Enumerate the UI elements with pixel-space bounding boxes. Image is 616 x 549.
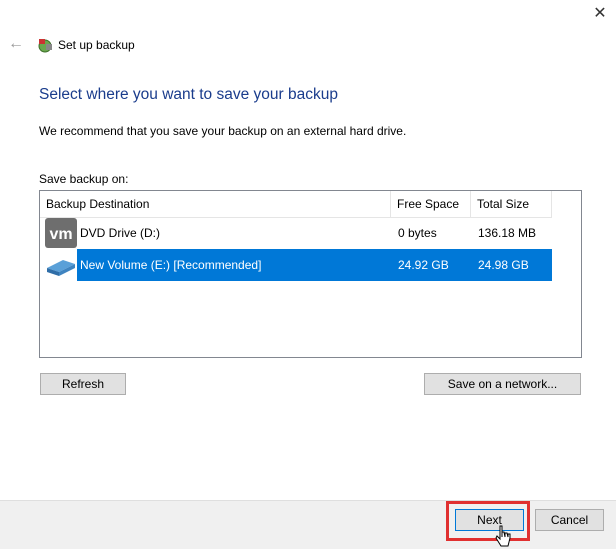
save-on-network-button[interactable]: Save on a network...	[424, 373, 581, 395]
mouse-cursor-icon	[495, 525, 511, 547]
row-total-size: 24.98 GB	[478, 258, 529, 272]
window-title: Set up backup	[58, 38, 135, 52]
save-backup-label: Save backup on:	[39, 172, 129, 186]
close-icon[interactable]: ✕	[588, 2, 612, 26]
cancel-button[interactable]: Cancel	[535, 509, 604, 531]
column-header-total-size[interactable]: Total Size	[471, 191, 552, 217]
table-row-new-volume[interactable]: New Volume (E:) [Recommended] 24.92 GB 2…	[40, 249, 552, 281]
list-header: Backup Destination Free Space Total Size	[40, 191, 552, 218]
row-destination: New Volume (E:) [Recommended]	[80, 258, 262, 272]
refresh-button[interactable]: Refresh	[40, 373, 126, 395]
usb-drive-icon	[47, 260, 75, 276]
backup-wizard-icon	[38, 39, 52, 53]
page-heading: Select where you want to save your backu…	[39, 86, 338, 103]
svg-text:vm: vm	[49, 226, 72, 243]
row-free-space: 0 bytes	[398, 226, 437, 240]
backup-destination-list[interactable]: Backup Destination Free Space Total Size…	[39, 190, 582, 358]
column-header-free-space[interactable]: Free Space	[391, 191, 471, 217]
row-destination: DVD Drive (D:)	[80, 226, 160, 240]
table-row-dvd-drive[interactable]: vm DVD Drive (D:) 0 bytes 136.18 MB	[40, 217, 552, 249]
row-total-size: 136.18 MB	[478, 226, 537, 240]
back-arrow-icon[interactable]: ←	[6, 34, 26, 54]
column-header-destination[interactable]: Backup Destination	[40, 191, 391, 217]
next-button-highlight	[446, 501, 530, 541]
dvd-drive-icon: vm	[45, 218, 77, 248]
row-free-space: 24.92 GB	[398, 258, 449, 272]
recommendation-text: We recommend that you save your backup o…	[39, 124, 407, 138]
